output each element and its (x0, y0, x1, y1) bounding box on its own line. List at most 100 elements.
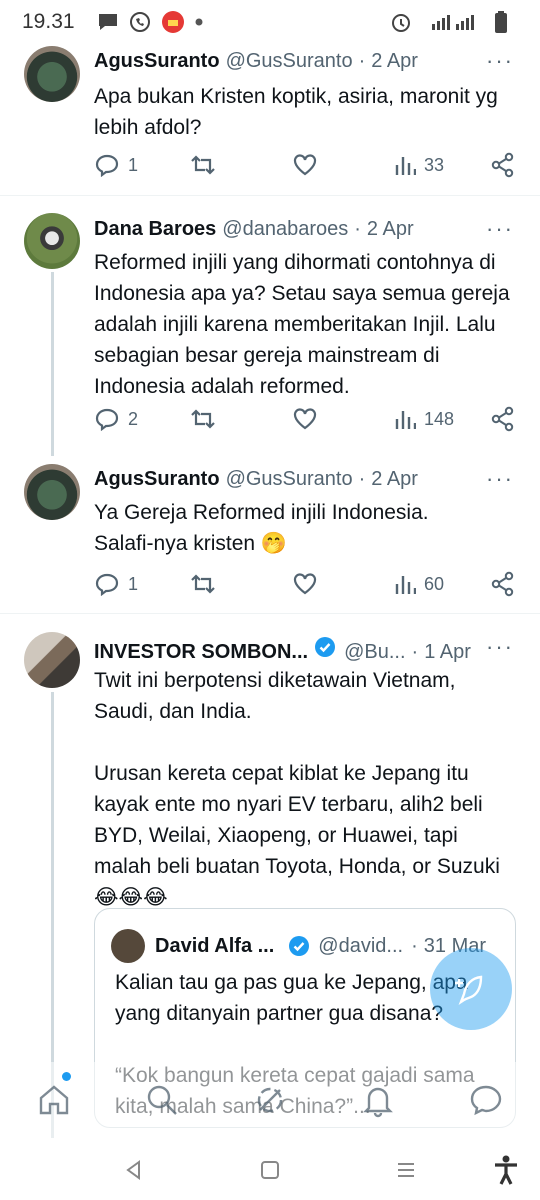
quote-author-name: David Alfa ... (155, 934, 275, 957)
bar-chart-icon (395, 576, 416, 594)
retweet-button[interactable] (190, 407, 216, 431)
tweet-header: INVESTOR SOMBON... @Bu... · 1 Apr (94, 636, 516, 664)
accessibility-button[interactable] (488, 1152, 524, 1188)
avatar (111, 929, 145, 963)
share-button[interactable] (490, 406, 516, 432)
retweet-icon (191, 409, 215, 429)
home-icon (39, 1085, 69, 1115)
views-button[interactable]: 33 (394, 153, 444, 177)
retweet-icon (191, 574, 215, 594)
avatar[interactable] (24, 464, 80, 520)
share-icon (491, 406, 514, 432)
whatsapp-icon (129, 11, 151, 33)
separator-dot: · (354, 218, 361, 240)
reply-count: 1 (128, 573, 139, 594)
feather-plus-icon (455, 975, 483, 1006)
status-bar: 19.31 (0, 0, 540, 44)
more-notifications-dot-icon (195, 18, 203, 26)
tweet-text: Reformed injili yang dihormati contohnya… (94, 251, 510, 398)
like-button[interactable] (292, 572, 318, 596)
battery-icon (494, 11, 508, 33)
speech-bubble-icon (95, 573, 119, 596)
share-icon (491, 152, 514, 178)
tweet-date[interactable]: 2 Apr (367, 218, 414, 241)
author-handle[interactable]: @GusSuranto (226, 468, 353, 491)
tweet-actions: 1 33 (94, 150, 516, 180)
system-navigation-bar (0, 1140, 540, 1200)
more-options-icon[interactable]: ··· (486, 634, 514, 660)
divider (0, 613, 540, 614)
tweet-date[interactable]: 2 Apr (371, 468, 418, 491)
author-handle[interactable]: @Bu... (344, 641, 405, 664)
verified-badge-icon (315, 637, 336, 657)
reply-button[interactable]: 1 (94, 572, 138, 596)
separator-dot: · (411, 641, 419, 663)
bar-chart-icon (395, 157, 416, 175)
nav-messages[interactable] (466, 1080, 506, 1120)
home-square-icon (261, 1161, 279, 1179)
share-icon (491, 571, 514, 597)
tweet-actions: 1 60 (94, 569, 516, 599)
share-button[interactable] (490, 571, 516, 597)
more-options-icon[interactable]: ··· (486, 216, 514, 242)
reply-button[interactable]: 1 (94, 153, 138, 177)
author-name[interactable]: INVESTOR SOMBON... (94, 641, 308, 664)
heart-icon (293, 573, 317, 595)
nav-communities[interactable] (250, 1080, 290, 1120)
more-options-icon[interactable]: ··· (486, 48, 514, 74)
author-name[interactable]: AgusSuranto (94, 50, 220, 73)
reply-count: 1 (128, 154, 139, 175)
avatar[interactable] (24, 632, 80, 688)
author-handle[interactable]: @danabaroes (222, 218, 348, 241)
tweet-date[interactable]: 1 Apr (424, 641, 471, 664)
nav-search[interactable] (142, 1080, 182, 1120)
system-back-button[interactable] (116, 1152, 152, 1188)
recents-lines-icon (398, 1163, 414, 1177)
tweet-text: Ya Gereja Reformed injili Indonesia. Sal… (94, 501, 429, 555)
retweet-button[interactable] (190, 153, 216, 177)
spaces-icon (257, 1087, 283, 1113)
app-notification-icon (161, 10, 185, 34)
reply-button[interactable]: 2 (94, 407, 138, 431)
tweet-header: Dana Baroes @danabaroes · 2 Apr (94, 218, 516, 241)
views-button[interactable]: 148 (394, 407, 454, 431)
views-button[interactable]: 60 (394, 572, 444, 596)
system-recents-button[interactable] (388, 1152, 424, 1188)
more-options-icon[interactable]: ··· (486, 466, 514, 492)
views-count: 60 (424, 573, 445, 594)
retweet-icon (191, 155, 215, 175)
tweet-date[interactable]: 2 Apr (371, 50, 418, 73)
like-button[interactable] (292, 407, 318, 431)
tweet-header: AgusSuranto @GusSuranto · 2 Apr (94, 50, 516, 73)
compose-button[interactable] (430, 948, 512, 1030)
thread-line (51, 272, 54, 456)
speech-bubble-icon (95, 408, 119, 431)
author-handle[interactable]: @GusSuranto (226, 50, 353, 73)
separator-dot: · (358, 50, 366, 72)
bottom-navigation (0, 1062, 540, 1138)
alarm-icon (390, 11, 412, 33)
views-count: 33 (424, 154, 445, 175)
accessibility-icon (495, 1155, 517, 1185)
message-icon (470, 1085, 502, 1116)
share-button[interactable] (490, 152, 516, 178)
avatar[interactable] (24, 46, 80, 102)
nav-home[interactable] (34, 1080, 74, 1120)
author-name[interactable]: AgusSuranto (94, 468, 220, 491)
tweet-actions: 2 148 (94, 404, 516, 434)
tweet-text: Apa bukan Kristen koptik, asiria, maroni… (94, 85, 498, 139)
avatar[interactable] (24, 213, 80, 269)
author-name[interactable]: Dana Baroes (94, 218, 216, 241)
system-home-button[interactable] (252, 1152, 288, 1188)
chat-notification-icon (97, 12, 119, 32)
reply-count: 2 (128, 408, 139, 429)
separator-dot: · (411, 934, 418, 957)
back-triangle-icon (126, 1160, 140, 1180)
heart-icon (293, 154, 317, 176)
nav-notifications[interactable] (358, 1080, 398, 1120)
divider (0, 195, 540, 196)
separator-dot: · (358, 468, 366, 490)
retweet-button[interactable] (190, 572, 216, 596)
tweet-text: Twit ini berpotensi diketawain Vietnam, … (94, 669, 500, 909)
like-button[interactable] (292, 153, 318, 177)
